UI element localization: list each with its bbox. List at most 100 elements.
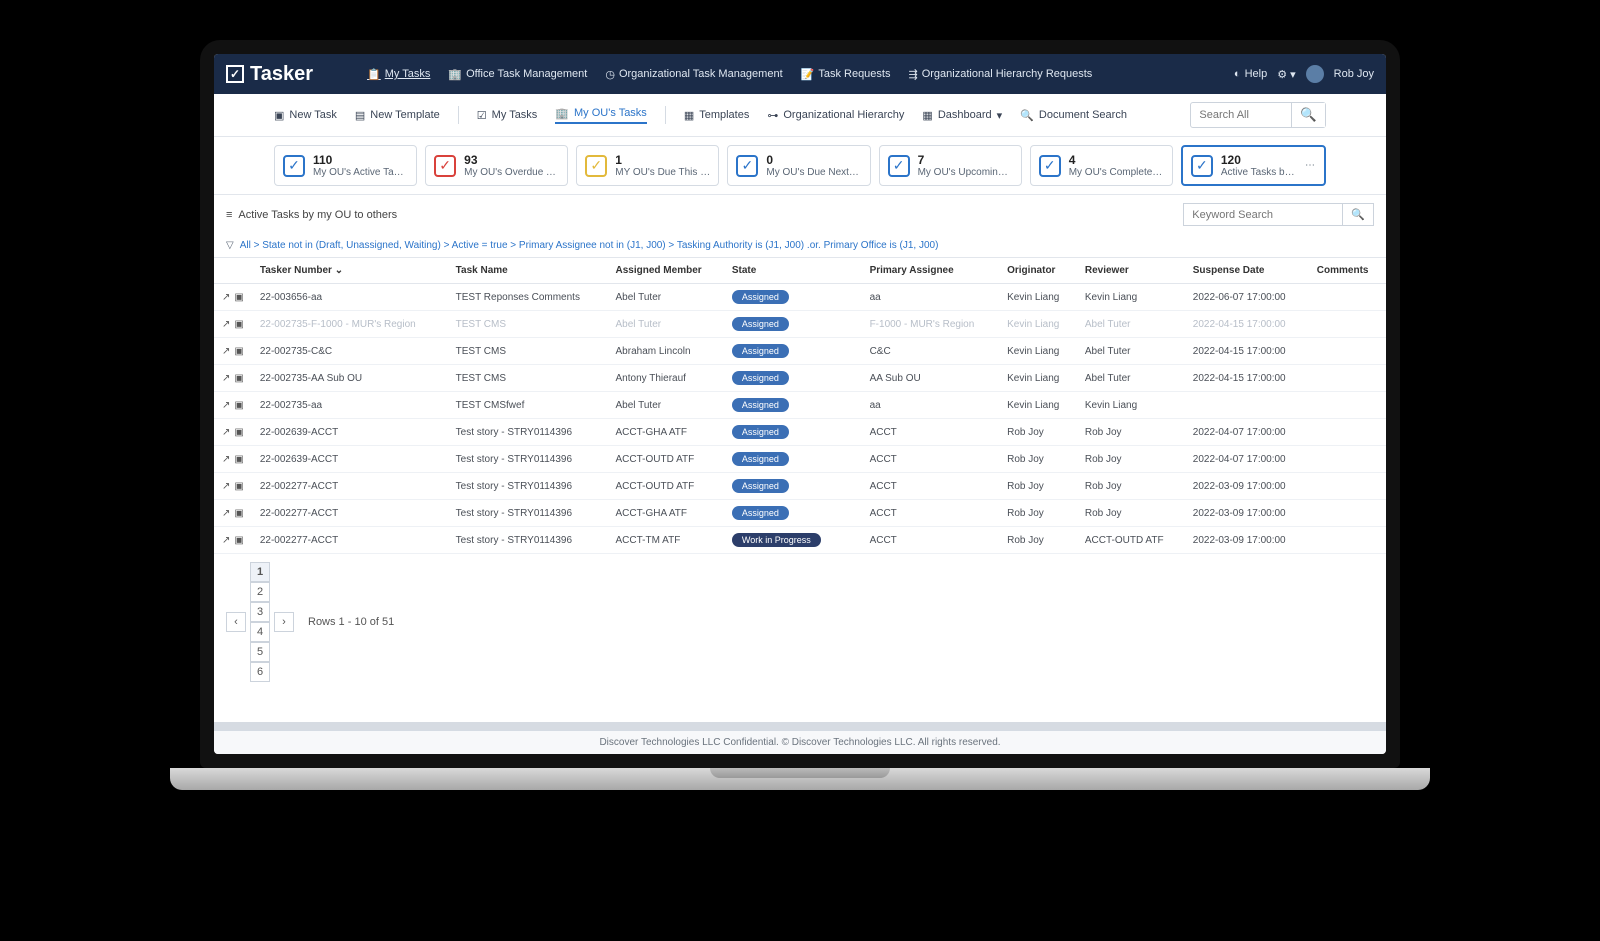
table-cell: Assigned [724,311,843,338]
pager-page[interactable]: 6 [250,662,270,682]
stat-card[interactable]: ✓110My OU's Active Tasks [274,145,417,186]
column-header[interactable]: Comments [1309,258,1386,284]
pager-page[interactable]: 1 [250,562,270,582]
nav-office-task-mgmt[interactable]: 🏢Office Task Management [448,68,587,81]
stat-card[interactable]: ✓93My OU's Overdue Tasks [425,145,568,186]
open-icon[interactable]: ↗ [222,400,230,411]
table-row[interactable]: ↗▣22-002735-F-1000 - MUR's RegionTEST CM… [214,311,1386,338]
table-cell: Kevin Liang [999,365,1077,392]
nav-org-task-mgmt[interactable]: ◷Organizational Task Management [605,68,782,81]
pager-prev[interactable]: ‹ [226,612,246,632]
stat-card[interactable]: ✓120Active Tasks by my OU to others⋯ [1181,145,1326,186]
table-row[interactable]: ↗▣22-003656-aaTEST Reponses CommentsAbel… [214,284,1386,311]
stat-card[interactable]: ✓1MY OU's Due This Week [576,145,719,186]
table-row[interactable]: ↗▣22-002639-ACCTTest story - STRY0114396… [214,446,1386,473]
chevron-down-icon: ▾ [997,109,1003,122]
table-cell: ACCT-GHA ATF [608,500,724,527]
table-cell [1309,419,1386,446]
info-icon[interactable]: ▣ [234,535,243,546]
table-cell: Kevin Liang [999,338,1077,365]
info-icon[interactable]: ▣ [234,346,243,357]
my-ous-tasks-tab[interactable]: 🏢My OU's Tasks [555,107,647,124]
table-row[interactable]: ↗▣22-002277-ACCTTest story - STRY0114396… [214,473,1386,500]
stat-card[interactable]: ✓7My OU's Upcoming Tasks [879,145,1022,186]
table-cell: Kevin Liang [999,392,1077,419]
table-cell: Rob Joy [1077,500,1185,527]
table-cell: Rob Joy [999,527,1077,554]
global-search-input[interactable] [1191,105,1291,125]
avatar[interactable] [1306,65,1324,83]
my-tasks-tab[interactable]: ☑My Tasks [477,109,538,122]
document-search-tab[interactable]: 🔍Document Search [1020,109,1127,122]
nav-task-requests[interactable]: 📝Task Requests [801,68,891,81]
new-task-button[interactable]: ▣New Task [274,109,337,122]
open-icon[interactable]: ↗ [222,292,230,303]
column-header[interactable]: Task Name [448,258,608,284]
open-icon[interactable]: ↗ [222,427,230,438]
open-icon[interactable]: ↗ [222,454,230,465]
table-cell: 22-003656-aa [252,284,448,311]
template-icon: ▦ [684,109,694,122]
nav-my-tasks[interactable]: 📋My Tasks [367,68,430,81]
divider [458,106,459,124]
new-template-button[interactable]: ▤New Template [355,109,440,122]
filter-text[interactable]: All > State not in (Draft, Unassigned, W… [240,240,939,251]
table-row[interactable]: ↗▣22-002735-C&CTEST CMSAbraham LincolnAs… [214,338,1386,365]
table-cell: ACCT-OUTD ATF [1077,527,1185,554]
gear-icon[interactable]: ⚙ ▾ [1277,68,1295,81]
info-icon[interactable]: ▣ [234,427,243,438]
column-header[interactable]: Primary Assignee [862,258,1000,284]
column-header[interactable]: State [724,258,843,284]
table-cell: Rob Joy [1077,419,1185,446]
state-badge: Assigned [732,479,789,493]
table-row[interactable]: ↗▣22-002277-ACCTTest story - STRY0114396… [214,527,1386,554]
org-hierarchy-tab[interactable]: ⊶Organizational Hierarchy [767,109,904,122]
info-icon[interactable]: ▣ [234,373,243,384]
info-icon[interactable]: ▣ [234,481,243,492]
table-row[interactable]: ↗▣22-002277-ACCTTest story - STRY0114396… [214,500,1386,527]
stat-card[interactable]: ✓0My OU's Due Next Week [727,145,870,186]
table-row[interactable]: ↗▣22-002639-ACCTTest story - STRY0114396… [214,419,1386,446]
nav-org-hierarchy-requests[interactable]: ⇶Organizational Hierarchy Requests [908,68,1092,81]
help-button[interactable]: ◐Help [1234,68,1267,80]
pager-page[interactable]: 5 [250,642,270,662]
column-header[interactable]: Originator [999,258,1077,284]
table-cell: ACCT [862,500,1000,527]
table-row[interactable]: ↗▣22-002735-aaTEST CMSfwefAbel TuterAssi… [214,392,1386,419]
dashboard-tab[interactable]: ▦Dashboard ▾ [922,109,1002,122]
table-cell: ACCT-OUTD ATF [608,473,724,500]
info-icon[interactable]: ▣ [234,400,243,411]
pager-page[interactable]: 2 [250,582,270,602]
pager-page[interactable]: 3 [250,602,270,622]
more-icon[interactable]: ⋯ [1305,160,1316,171]
table-cell [843,284,861,311]
info-icon[interactable]: ▣ [234,292,243,303]
info-icon[interactable]: ▣ [234,508,243,519]
keyword-search-input[interactable] [1183,203,1343,226]
pager-next[interactable]: › [274,612,294,632]
open-icon[interactable]: ↗ [222,319,230,330]
keyword-search-button[interactable]: 🔍 [1343,203,1374,226]
open-icon[interactable]: ↗ [222,373,230,384]
global-search-button[interactable]: 🔍 [1291,103,1325,127]
open-icon[interactable]: ↗ [222,346,230,357]
column-header[interactable]: Assigned Member [608,258,724,284]
table-cell: Abel Tuter [1077,311,1185,338]
info-icon[interactable]: ▣ [234,319,243,330]
check-icon: ☑ [477,109,487,122]
column-header[interactable] [843,258,861,284]
templates-tab[interactable]: ▦Templates [684,109,750,122]
column-header[interactable]: Suspense Date [1185,258,1309,284]
stat-card[interactable]: ✓4My OU's Completed This week [1030,145,1173,186]
column-header[interactable]: Tasker Number ⌄ [252,258,448,284]
table-row[interactable]: ↗▣22-002735-AA Sub OUTEST CMSAntony Thie… [214,365,1386,392]
pager-page[interactable]: 4 [250,622,270,642]
open-icon[interactable]: ↗ [222,481,230,492]
info-icon[interactable]: ▣ [234,454,243,465]
open-icon[interactable]: ↗ [222,535,230,546]
table-cell [843,311,861,338]
open-icon[interactable]: ↗ [222,508,230,519]
check-icon: ✓ [1039,155,1061,177]
column-header[interactable]: Reviewer [1077,258,1185,284]
filter-icon[interactable]: ▽ [226,240,234,251]
